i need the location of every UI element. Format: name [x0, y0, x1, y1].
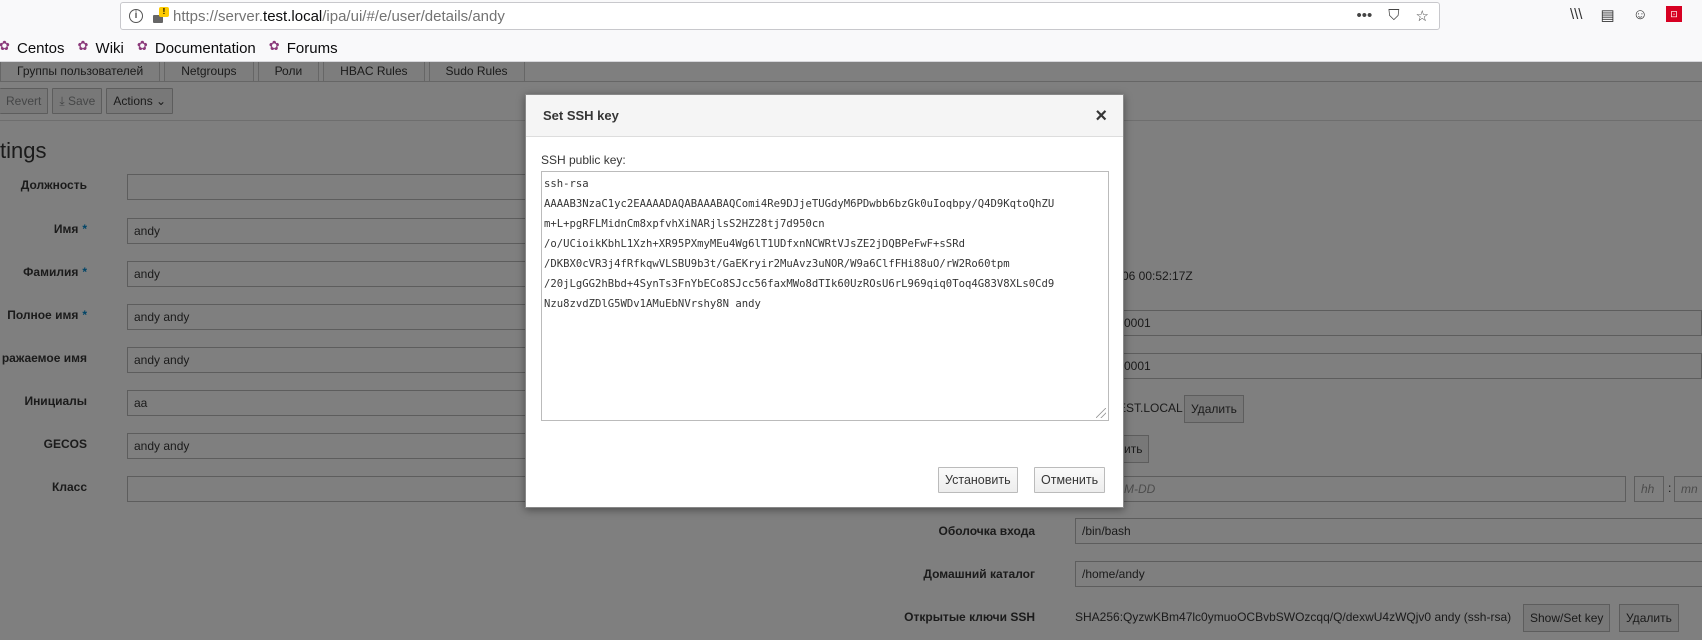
resize-handle-icon[interactable] — [1095, 407, 1107, 419]
key-line: AAAAB3NzaC1yc2EAAAADAQABAAABAQComi4Re9DJ… — [544, 198, 1055, 210]
bookmark-documentation[interactable]: Documentation — [137, 38, 256, 57]
bookmark-icon — [137, 38, 150, 54]
key-line: /20jLgGG2hBbd+4SynTs3FnYbECo8SJcc56faxMW… — [544, 278, 1055, 290]
key-line: /DKBX0cVR3j4fRfkqwVLSBU9b3t/GaEKryir2MuA… — [544, 258, 1010, 270]
sidebar-icon[interactable]: ▤ — [1600, 6, 1614, 24]
url-bar[interactable]: i https://server.test.local/ipa/ui/#/e/u… — [120, 2, 1440, 30]
url-text[interactable]: https://server.test.local/ipa/ui/#/e/use… — [173, 8, 505, 25]
key-line: /o/UCioikKbhL1Xzh+XR95PXmyMEu4Wg6lT1UDfx… — [544, 238, 965, 250]
key-line: m+L+pgRFLMidnCm8xpfvhXiNARjlsS2HZ28tj7d9… — [544, 218, 825, 230]
ssh-key-label: SSH public key: — [541, 153, 626, 167]
key-line: Nzu8zvdZDlG5WDv1AMuEbNVrshy8N andy — [544, 298, 761, 310]
cancel-button[interactable]: Отменить — [1034, 467, 1106, 493]
pocket-icon[interactable]: ⛉ — [1388, 7, 1399, 25]
close-icon[interactable]: × — [1095, 105, 1107, 128]
info-icon[interactable]: i — [129, 9, 143, 23]
library-icon[interactable]: \\\ — [1570, 6, 1583, 24]
set-button[interactable]: Установить — [938, 467, 1018, 493]
page-actions-icon[interactable]: ••• — [1357, 7, 1373, 25]
key-line: ssh-rsa — [544, 178, 589, 190]
bookmarks-bar: Centos Wiki Documentation Forums — [0, 36, 338, 60]
dialog-header: Set SSH key × — [526, 95, 1123, 137]
bookmark-icon — [269, 38, 282, 54]
bookmark-forums[interactable]: Forums — [269, 38, 338, 57]
dialog-title: Set SSH key — [543, 108, 619, 123]
bookmark-wiki[interactable]: Wiki — [78, 38, 124, 57]
bookmark-icon — [78, 38, 91, 54]
insecure-lock-icon[interactable] — [151, 7, 169, 23]
bookmark-icon — [0, 38, 12, 54]
set-ssh-key-dialog: Set SSH key × SSH public key: ssh-rsa AA… — [525, 94, 1124, 508]
bookmark-centos[interactable]: Centos — [0, 38, 65, 57]
bookmark-star-icon[interactable]: ☆ — [1416, 7, 1429, 25]
account-icon[interactable]: ☺ — [1633, 6, 1648, 24]
browser-toolbar: i https://server.test.local/ipa/ui/#/e/u… — [0, 0, 1702, 62]
ssh-key-textarea[interactable]: ssh-rsa AAAAB3NzaC1yc2EAAAADAQABAAABAQCo… — [541, 171, 1109, 421]
extension-icon[interactable]: ⊡ — [1666, 6, 1682, 22]
